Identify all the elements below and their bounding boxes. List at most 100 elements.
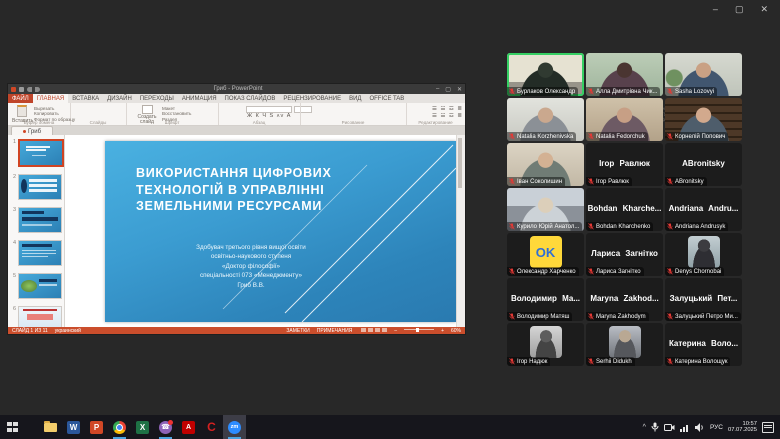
participant-tile[interactable]: Maryna Zakhod... Maryna Zakhodym <box>586 278 663 321</box>
network-icon[interactable] <box>680 423 690 432</box>
tab-officetab[interactable]: OFFICE TAB <box>365 94 408 103</box>
participant-tile[interactable]: Sasha Lozovyi <box>665 53 742 96</box>
undo-icon[interactable] <box>27 87 32 92</box>
acrobat-icon: A <box>182 421 195 434</box>
participant-display-name: Andriana Andru... <box>665 204 742 213</box>
ribbon-tabs: ФАЙЛ ГЛАВНАЯ ВСТАВКА ДИЗАЙН ПЕРЕХОДЫ АНИ… <box>8 94 465 103</box>
zoom-percentage[interactable]: 60% <box>451 328 461 334</box>
participant-tile[interactable]: Курило Юрій Анатол... <box>507 188 584 231</box>
tab-view[interactable]: ВИД <box>345 94 365 103</box>
slide-editing-area[interactable]: ВИКОРИСТАННЯ ЦИФРОВИХ ТЕХНОЛОГІЙ В УПРАВ… <box>65 135 456 327</box>
tab-design[interactable]: ДИЗАЙН <box>103 94 136 103</box>
participant-name: Serhii Didukh <box>596 359 632 365</box>
participant-tile[interactable]: Іван Соколишин <box>507 143 584 186</box>
zoom-in-icon[interactable]: + <box>441 328 444 334</box>
camera-icon[interactable] <box>664 423 675 432</box>
excel-button[interactable]: X <box>131 415 154 439</box>
system-tray: ^ РУС 10:57 07.07.2025 <box>643 421 780 434</box>
view-buttons[interactable] <box>359 328 387 334</box>
participant-tile[interactable]: Катерина Воло... Катерина Волощук <box>665 323 742 366</box>
slide-thumbnail-3[interactable] <box>18 207 62 233</box>
participant-tile[interactable]: Лариса Загнітко Лариса Загнітко <box>586 233 663 276</box>
participant-tile[interactable]: Алла Дмитрівна Чик... <box>586 53 663 96</box>
restore-icon[interactable]: ▢ <box>445 86 451 93</box>
tab-review[interactable]: РЕЦЕНЗИРОВАНИЕ <box>279 94 345 103</box>
slide-thumbnail-2[interactable] <box>18 174 62 200</box>
participant-name: Denys Chornobai <box>675 269 721 275</box>
close-icon[interactable]: ✕ <box>457 86 462 93</box>
tab-animations[interactable]: АНИМАЦИЯ <box>178 94 221 103</box>
zoom-out-icon[interactable]: – <box>394 328 397 334</box>
action-center-icon[interactable] <box>762 422 774 433</box>
thumbnail-row[interactable]: 2 <box>11 174 62 200</box>
chrome-button[interactable] <box>108 415 131 439</box>
thumbnail-row[interactable]: 1 <box>11 139 62 167</box>
vertical-scrollbar[interactable] <box>456 135 465 327</box>
mic-muted-icon <box>667 313 673 320</box>
file-explorer-button[interactable] <box>39 415 62 439</box>
slide-subtitle[interactable]: Здобувач третього рівня вищої освіти осв… <box>167 243 335 290</box>
zoom-slider[interactable] <box>404 329 434 330</box>
powerpoint-button[interactable]: P <box>85 415 108 439</box>
tab-file[interactable]: ФАЙЛ <box>8 94 33 103</box>
participant-tile[interactable]: Ігор Равлюк Ігор Равлюк <box>586 143 663 186</box>
participant-tile[interactable]: OK Олександр Харченко <box>507 233 584 276</box>
tab-insert[interactable]: ВСТАВКА <box>68 94 103 103</box>
tab-slideshow[interactable]: ПОКАЗ СЛАЙДОВ <box>221 94 280 103</box>
language-indicator[interactable]: РУС <box>710 424 723 431</box>
speaker-icon[interactable] <box>695 423 705 432</box>
participant-tile[interactable]: Bohdan Kharche... Bohdan Kharchenko <box>586 188 663 231</box>
group-drawing: ▭◯△⬠☆⇨ ◻◇▽↔ Упорядочить Экспресс-стили З… <box>300 103 407 125</box>
comments-button[interactable]: ПРИМЕЧАНИЯ <box>317 328 353 334</box>
comodo-button[interactable]: C <box>200 415 223 439</box>
acrobat-button[interactable]: A <box>177 415 200 439</box>
participant-tile[interactable]: Бурлаков Олександр <box>507 53 584 96</box>
viber-button[interactable]: ☎ <box>154 415 177 439</box>
save-icon[interactable] <box>19 87 24 92</box>
zoom-app-button[interactable]: zm <box>223 415 246 439</box>
quick-access-toolbar[interactable] <box>11 87 40 92</box>
notes-button[interactable]: ЗАМЕТКИ <box>286 328 309 334</box>
current-slide[interactable]: ВИКОРИСТАННЯ ЦИФРОВИХ ТЕХНОЛОГІЙ В УПРАВ… <box>105 141 456 322</box>
participant-tile[interactable]: Serhii Didukh <box>586 323 663 366</box>
hidden-icons-chevron[interactable]: ^ <box>643 424 646 431</box>
thumbnail-row[interactable]: 4 <box>11 240 62 266</box>
participant-tile[interactable]: ABronitsky ABronitsky <box>665 143 742 186</box>
participant-tile[interactable]: Natalia Korzhenivska <box>507 98 584 141</box>
windows-logo-icon <box>7 422 12 427</box>
mic-muted-icon <box>509 223 515 230</box>
window-title: Гриб - PowerPoint <box>40 86 436 92</box>
microphone-icon[interactable] <box>651 422 659 432</box>
scrollbar-thumb[interactable] <box>458 138 462 188</box>
participant-name: Andriana Andrusyk <box>675 224 725 230</box>
thumbnail-row[interactable]: 5 <box>11 273 62 299</box>
language-indicator[interactable]: украинский <box>55 328 81 334</box>
slide-thumbnail-1[interactable] <box>18 139 64 167</box>
participant-tile[interactable]: Ігор Надюк <box>507 323 584 366</box>
minimize-icon[interactable]: – <box>713 4 718 14</box>
slide-thumbnail-4[interactable] <box>18 240 62 266</box>
participant-tile[interactable]: Корнелій Попович <box>665 98 742 141</box>
thumbnail-row[interactable]: 3 <box>11 207 62 233</box>
slide-title[interactable]: ВИКОРИСТАННЯ ЦИФРОВИХ ТЕХНОЛОГІЙ В УПРАВ… <box>136 165 332 215</box>
close-icon[interactable]: ✕ <box>760 4 768 14</box>
mic-muted-icon <box>588 88 594 95</box>
powerpoint-icon <box>11 87 16 92</box>
slide-thumbnail-panel[interactable]: 1 2 3 <box>8 135 65 327</box>
thumbnail-row[interactable]: 6 <box>11 306 62 327</box>
participant-tile[interactable]: Andriana Andru... Andriana Andrusyk <box>665 188 742 231</box>
participant-tile[interactable]: Володимир Ма... Володимир Матяш <box>507 278 584 321</box>
slide-thumbnail-6[interactable] <box>18 306 62 327</box>
start-button[interactable] <box>4 415 27 439</box>
tab-home[interactable]: ГЛАВНАЯ <box>33 94 69 103</box>
slide-thumbnail-5[interactable] <box>18 273 62 299</box>
zoom-slider-knob[interactable] <box>416 328 419 332</box>
tab-transitions[interactable]: ПЕРЕХОДЫ <box>136 94 178 103</box>
word-button[interactable]: W <box>62 415 85 439</box>
participant-tile[interactable]: Denys Chornobai <box>665 233 742 276</box>
minimize-icon[interactable]: – <box>436 86 439 93</box>
clock[interactable]: 10:57 07.07.2025 <box>728 421 757 434</box>
maximize-icon[interactable]: ▢ <box>735 4 744 14</box>
participant-tile[interactable]: Залуцький Пет... Залуцький Петро Ми... <box>665 278 742 321</box>
participant-tile[interactable]: Natalia Fedorchuk <box>586 98 663 141</box>
